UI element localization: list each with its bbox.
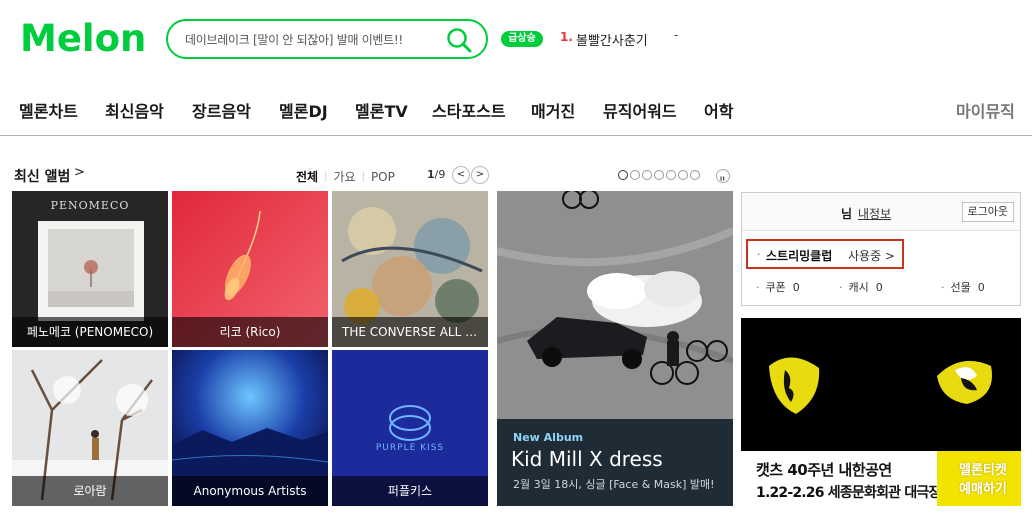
album-card[interactable]: 로아람 (12, 350, 168, 506)
ticket-cta-line1: 멜론티켓 (959, 463, 1007, 478)
album-card[interactable]: 리코 (Rico) (172, 191, 328, 347)
album-caption[interactable]: 퍼플키스 (332, 476, 488, 506)
album-card[interactable]: PURPLE KISS 퍼플키스 (332, 350, 488, 506)
rise-badge: 급상승 (501, 31, 543, 47)
album-caption[interactable]: THE CONVERSE ALL STARS (332, 317, 488, 347)
banner-dot[interactable] (666, 170, 676, 180)
bullet: · (839, 281, 843, 294)
ticket-cta[interactable]: 멜론티켓 예매하기 (937, 451, 1021, 506)
latest-albums-title[interactable]: 최신 앨범 (14, 166, 70, 186)
banner-dot[interactable] (618, 170, 628, 180)
user-panel-header: 님 내정보 로그아웃 (742, 193, 1020, 231)
streaming-club-state: 사용중 > (848, 249, 895, 263)
page-indicator: 1/9 (427, 168, 445, 181)
prev-page-button[interactable]: < (452, 166, 470, 184)
banner-title[interactable]: Kid Mill X dress (511, 447, 663, 471)
gift-count[interactable]: · 선물 0 (941, 279, 985, 295)
tab-all[interactable]: 전체 (296, 168, 318, 185)
nav-melon-dj[interactable]: 멜론DJ (279, 98, 328, 122)
bullet: · (757, 248, 761, 261)
user-panel: 님 내정보 로그아웃 · 스트리밍클럽 사용중 > · 쿠폰 0 · 캐시 0 · 선… (741, 192, 1021, 306)
coupon-count[interactable]: · 쿠폰 0 (756, 279, 800, 295)
album-filter-tabs: 전체 | 가요 | POP (296, 168, 401, 185)
ad-subline: 1.22-2.26 세종문화회관 대극장 (756, 485, 941, 501)
ticket-cta-line2: 예매하기 (959, 482, 1007, 497)
album-art-text: PURPLE KISS (376, 443, 444, 453)
streaming-club-label: 스트리밍클럽 (766, 249, 833, 263)
album-caption[interactable]: 로아람 (12, 476, 168, 506)
banner-image (497, 191, 733, 419)
divider: | (324, 171, 328, 182)
banner-subtitle: 2월 3일 18시, 싱글 [Face & Mask] 발매! (513, 478, 715, 491)
cash-label: 캐시 (848, 281, 869, 294)
album-art-text: PENOMECO (51, 199, 130, 212)
streaming-club-status[interactable]: · 스트리밍클럽 사용중 > (746, 239, 904, 269)
ad-headline: 캣츠 40주년 내한공연 (756, 461, 892, 479)
nav-genre-music[interactable]: 장르음악 (192, 98, 251, 122)
album-caption[interactable]: Anonymous Artists (172, 476, 328, 506)
promo-banner[interactable]: New Album Kid Mill X dress 2월 3일 18시, 싱글… (497, 191, 733, 506)
search-icon[interactable] (446, 27, 472, 53)
realtime-rank-link[interactable]: 볼빨간사춘기 (576, 30, 648, 49)
banner-dot[interactable] (690, 170, 700, 180)
ad-text-bar: 캣츠 40주년 내한공연 1.22-2.26 세종문화회관 대극장 멜론티켓 예… (741, 451, 1021, 506)
page-current: 1 (427, 168, 435, 181)
nav-latest-music[interactable]: 최신음악 (105, 98, 164, 122)
banner-dot[interactable] (630, 170, 640, 180)
album-caption[interactable]: 페노메코 (PENOMECO) (12, 317, 168, 347)
pause-icon[interactable] (716, 169, 730, 183)
logout-button[interactable]: 로그아웃 (961, 202, 1014, 222)
coupon-value: 0 (792, 281, 800, 294)
gift-value: 0 (977, 281, 985, 294)
divider: | (361, 171, 365, 182)
next-page-button[interactable]: > (471, 166, 489, 184)
album-card[interactable]: PENOMECO 페노메코 (PENOMECO) (12, 191, 168, 347)
banner-dot[interactable] (654, 170, 664, 180)
cash-value: 0 (875, 281, 883, 294)
tab-pop[interactable]: POP (371, 170, 395, 184)
album-caption[interactable]: 리코 (Rico) (172, 317, 328, 347)
nav-melon-chart[interactable]: 멜론차트 (19, 98, 78, 122)
logo-text: Melon (20, 17, 146, 60)
tab-kpop[interactable]: 가요 (333, 168, 355, 185)
main-nav: 멜론차트 최신음악 장르음악 멜론DJ 멜론TV 스타포스트 매거진 뮤직어워드… (0, 90, 1032, 136)
ticket-ad-banner[interactable]: 캣츠 40주년 내한공연 1.22-2.26 세종문화회관 대극장 멜론티켓 예… (741, 318, 1021, 506)
rank-number: 1. (560, 30, 573, 44)
search-placeholder: 데이브레이크 [말이 안 되잖아] 발매 이벤트!! (185, 33, 403, 47)
album-card[interactable]: THE CONVERSE ALL STARS (332, 191, 488, 347)
cats-eyes-image (741, 318, 1021, 451)
nav-language[interactable]: 어학 (704, 98, 733, 122)
gift-label: 선물 (950, 281, 971, 294)
user-name-suffix: 님 (841, 207, 853, 221)
my-info-link[interactable]: 내정보 (858, 205, 891, 222)
nav-melon-tv[interactable]: 멜론TV (355, 98, 408, 122)
bullet: · (941, 281, 945, 294)
chevron-right-icon[interactable]: > (74, 165, 85, 180)
banner-dot[interactable] (678, 170, 688, 180)
banner-info: New Album Kid Mill X dress 2월 3일 18시, 싱글… (497, 419, 733, 506)
coupon-label: 쿠폰 (765, 281, 786, 294)
bullet: · (756, 281, 760, 294)
page-total: /9 (434, 168, 446, 181)
album-card[interactable]: Anonymous Artists (172, 350, 328, 506)
banner-tag: New Album (513, 431, 584, 444)
nav-music-award[interactable]: 뮤직어워드 (603, 98, 677, 122)
rank-change: - (674, 28, 679, 42)
nav-my-music[interactable]: 마이뮤직 (956, 98, 1015, 122)
melon-logo[interactable]: Melon (20, 16, 152, 60)
cash-count[interactable]: · 캐시 0 (839, 279, 883, 295)
nav-magazine[interactable]: 매거진 (531, 98, 575, 122)
banner-pagination (618, 170, 702, 180)
banner-dot[interactable] (642, 170, 652, 180)
nav-star-post[interactable]: 스타포스트 (432, 98, 506, 122)
search-box[interactable]: 데이브레이크 [말이 안 되잖아] 발매 이벤트!! (166, 19, 488, 59)
